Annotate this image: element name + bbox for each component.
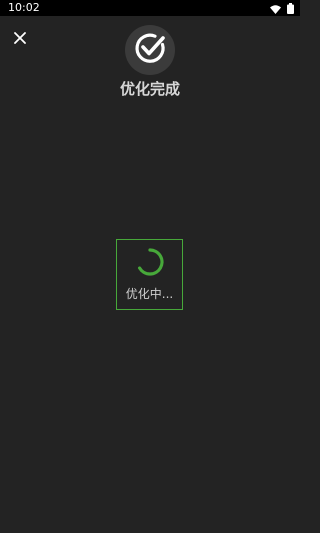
loading-spinner — [136, 248, 164, 276]
result-header: 优化完成 — [0, 25, 300, 99]
status-time: 10:02 — [8, 1, 40, 14]
spinner-icon — [138, 248, 164, 276]
check-circle-icon — [132, 30, 168, 70]
battery-icon — [287, 0, 294, 18]
page-title: 优化完成 — [119, 80, 180, 98]
progress-dialog: 优化中... — [116, 239, 183, 310]
done-badge — [125, 25, 175, 75]
status-icons — [270, 2, 294, 14]
status-bar: 10:02 — [0, 0, 300, 16]
wifi-icon — [270, 0, 281, 18]
progress-label: 优化中... — [125, 287, 174, 301]
